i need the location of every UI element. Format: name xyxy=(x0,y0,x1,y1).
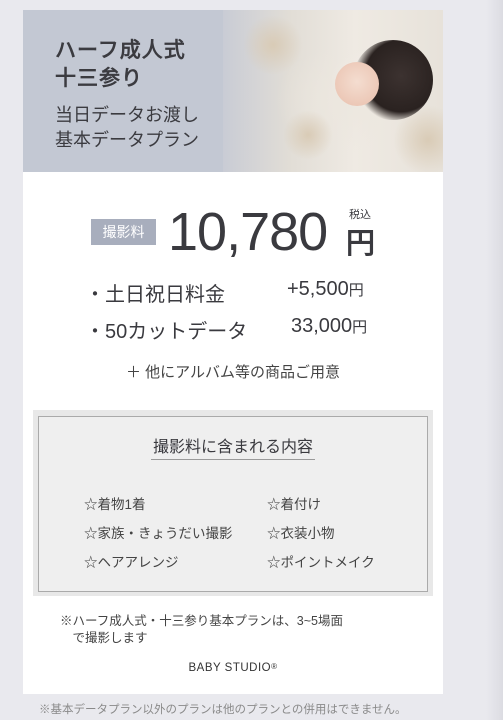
contents-box-inner: 撮影料に含まれる内容 ☆着物1着 ☆着付け ☆家族・きょうだい撮影 ☆衣装小物 … xyxy=(38,416,428,592)
hero-photo xyxy=(223,10,443,172)
included-item: ☆着物1着 xyxy=(84,497,146,512)
page-edge xyxy=(486,0,503,720)
hero-subtitle: 当日データお渡し 基本データプラン xyxy=(55,105,199,150)
price-row: 撮影料 10,780 税込 円 xyxy=(91,202,391,262)
contents-title: 撮影料に含まれる内容 xyxy=(39,433,427,460)
brand-logo: BABY STUDIO® xyxy=(188,662,278,674)
option-amount: +5,500円 xyxy=(287,278,364,300)
contents-box: 撮影料に含まれる内容 ☆着物1着 ☆着付け ☆家族・きょうだい撮影 ☆衣装小物 … xyxy=(33,410,433,596)
dried-flower-decoration xyxy=(283,110,333,160)
plan-note: ※ハーフ成人式・十三参り基本プランは、3~5場面 で撮影します xyxy=(60,614,343,645)
price-yen: 円 xyxy=(346,228,376,260)
hero-banner: ハーフ成人式 十三参り 当日データお渡し 基本データプラン xyxy=(23,10,443,172)
included-item: ☆着付け xyxy=(267,497,321,512)
hero-title: ハーフ成人式 十三参り xyxy=(55,39,186,90)
plan-card: ハーフ成人式 十三参り 当日データお渡し 基本データプラン 撮影料 10,780… xyxy=(23,10,443,694)
price-badge: 撮影料 xyxy=(91,219,156,245)
footnote: ※基本データプラン以外のプランは他のプランとの併用はできません。 xyxy=(39,704,407,716)
included-item: ☆ヘアアレンジ xyxy=(84,555,179,570)
child-face xyxy=(335,62,379,106)
option-label: ・50カットデータ xyxy=(85,321,248,343)
option-label: ・土日祝日料金 xyxy=(85,284,225,306)
dried-flower-decoration xyxy=(243,15,303,75)
album-note: ＋ 他にアルバム等の商品ご用意 xyxy=(125,364,341,381)
included-item: ☆衣装小物 xyxy=(267,526,335,541)
included-item: ☆ポイントメイク xyxy=(267,555,375,570)
option-amount: 33,000円 xyxy=(291,315,368,337)
price-value: 10,780 xyxy=(168,202,328,262)
included-item: ☆家族・きょうだい撮影 xyxy=(84,526,233,541)
